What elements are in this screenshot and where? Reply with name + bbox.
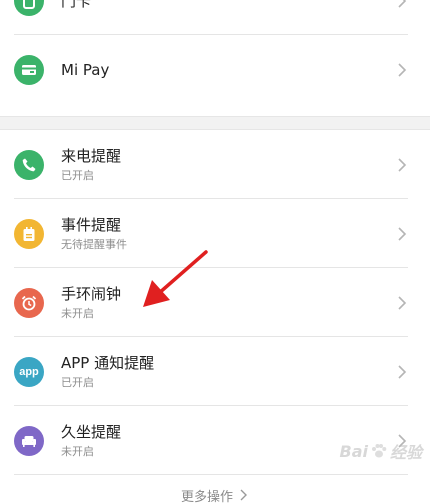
item-title: 来电提醒 (61, 146, 122, 165)
item-title: 门卡 (61, 0, 92, 10)
item-status: 未开启 (61, 306, 94, 320)
chevron-right-icon (398, 0, 407, 8)
card-icon (14, 0, 44, 16)
chevron-right-icon (398, 226, 407, 241)
sofa-icon (14, 425, 44, 456)
list-item-mi-pay[interactable]: Mi Pay (14, 35, 408, 104)
watermark-text-left: Bai (339, 441, 368, 461)
app-icon: app (14, 356, 44, 387)
list-item-door-card[interactable]: 门卡 (14, 0, 408, 35)
chevron-right-icon (398, 295, 407, 310)
chevron-right-icon (398, 62, 407, 77)
item-status: 已开启 (61, 375, 94, 389)
list-item-event-alert[interactable]: 事件提醒 无待提醒事件 (14, 199, 408, 268)
item-status: 已开启 (61, 168, 94, 182)
item-texts: 手环闹钟 未开启 (61, 284, 396, 322)
list-item-app-notification[interactable]: app APP 通知提醒 已开启 (14, 337, 408, 406)
item-title: APP 通知提醒 (61, 353, 155, 372)
chevron-right-icon (398, 364, 407, 379)
calendar-icon (14, 218, 44, 249)
list-item-band-alarm[interactable]: 手环闹钟 未开启 (14, 268, 408, 337)
more-actions-button[interactable]: 更多操作 (0, 475, 430, 503)
item-texts: 来电提醒 已开启 (61, 146, 396, 184)
item-texts: Mi Pay (61, 60, 396, 80)
item-texts: APP 通知提醒 已开启 (61, 353, 396, 391)
phone-icon (14, 149, 44, 180)
item-texts: 门卡 (61, 0, 396, 11)
top-list: 门卡 Mi Pay (0, 0, 430, 104)
item-title: 事件提醒 (61, 215, 122, 234)
watermark: Bai 经验 (340, 439, 423, 463)
app-icon-label: app (19, 365, 39, 378)
paw-icon (371, 444, 387, 458)
item-title: 手环闹钟 (61, 284, 122, 303)
item-status: 无待提醒事件 (61, 237, 127, 251)
chevron-right-icon (240, 489, 247, 501)
item-title: Mi Pay (61, 60, 110, 79)
divider (14, 474, 408, 475)
item-texts: 事件提醒 无待提醒事件 (61, 215, 396, 253)
section-gap (0, 116, 430, 130)
list-item-call-alert[interactable]: 来电提醒 已开启 (14, 130, 408, 199)
wallet-icon (14, 54, 44, 85)
alerts-list: 来电提醒 已开启 事件提醒 无待提醒事件 手环闹钟 未开启 app APP 通知… (0, 130, 430, 475)
watermark-text-right: 经验 (389, 443, 422, 462)
alarm-clock-icon (14, 287, 44, 318)
chevron-right-icon (398, 157, 407, 172)
more-actions-label: 更多操作 (180, 489, 233, 503)
